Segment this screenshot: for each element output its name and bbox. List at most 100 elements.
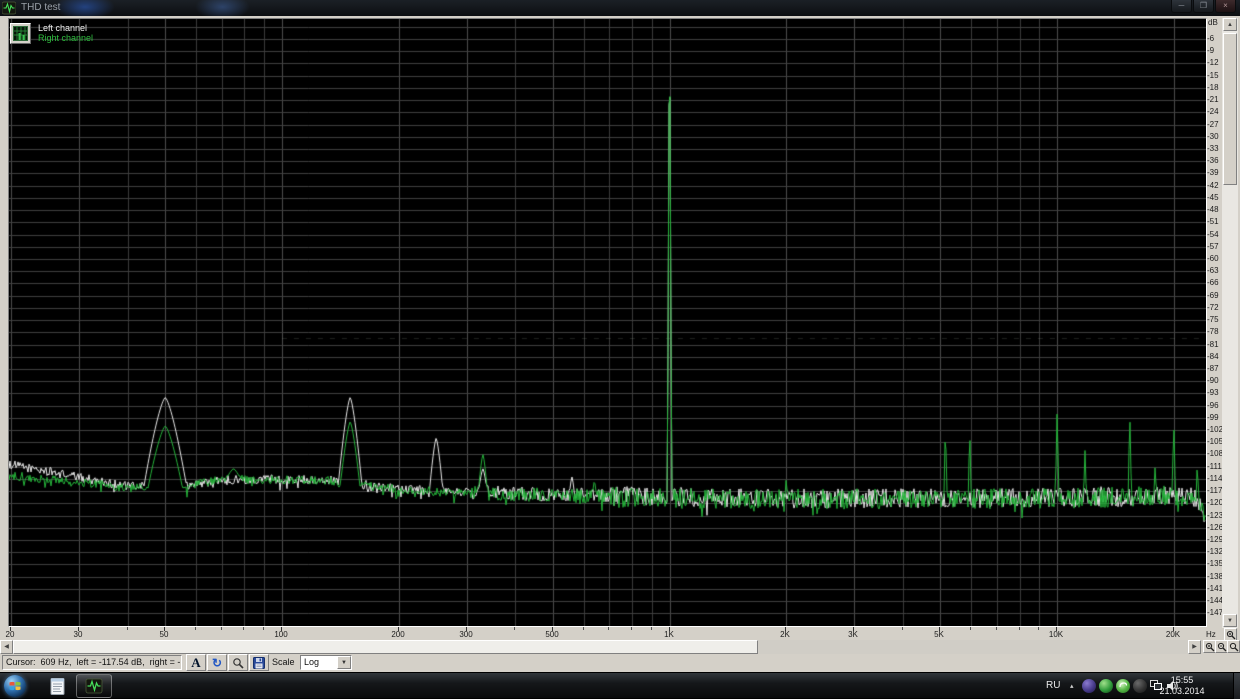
title-bar[interactable]: THD test ─ ❐ × [0, 0, 1240, 16]
y-axis-label: -114 [1207, 473, 1223, 483]
y-axis-label: -48 [1207, 205, 1219, 215]
status-bar: Cursor: 609 Hz, left = -117.54 dB, right… [0, 654, 1240, 672]
tray-icon-green-app[interactable] [1099, 679, 1113, 693]
horizontal-scroll-thumb[interactable] [13, 640, 758, 654]
y-axis-label: -18 [1207, 82, 1219, 92]
app-body: Left channel Right channel dB -6 -9 -12 -15… [0, 16, 1240, 672]
plot-legend: Left channel Right channel [10, 23, 93, 44]
horizontal-scrollbar[interactable]: ◀ ▶ [0, 640, 1202, 654]
window-title: THD test [21, 2, 61, 13]
y-axis-label: -45 [1207, 192, 1219, 202]
close-button[interactable]: × [1215, 0, 1236, 13]
save-icon [253, 656, 265, 669]
y-axis-label: -102 [1207, 425, 1224, 435]
x-axis-tick [631, 627, 632, 630]
language-indicator[interactable]: RU [1046, 680, 1060, 691]
tray-icon-dark-app[interactable] [1133, 679, 1147, 693]
y-axis-label: -81 [1207, 339, 1219, 349]
save-button[interactable] [249, 654, 269, 671]
scroll-left-button[interactable]: ◀ [0, 640, 13, 654]
magnifier-icon [1226, 630, 1235, 639]
titlebar-glow [55, 0, 115, 16]
y-axis-label: -90 [1207, 376, 1219, 386]
scale-value: Log [304, 657, 320, 667]
x-axis-label: 10K [1048, 630, 1064, 639]
y-axis-label: -132 [1207, 547, 1224, 557]
y-axis-label: -126 [1207, 522, 1224, 532]
y-axis-label: -33 [1207, 144, 1219, 153]
hidden-icons-chevron[interactable]: ▴ [1070, 682, 1074, 690]
legend-settings-button[interactable] [10, 23, 31, 44]
font-button[interactable]: A [186, 654, 206, 671]
y-axis-label: -84 [1207, 351, 1219, 361]
legend-left-channel: Left channel [38, 23, 88, 33]
taskbar-clock[interactable]: 15:55 21.03.2014 [1150, 675, 1214, 697]
y-axis-label: -147 [1207, 608, 1224, 618]
y-axis-label: -12 [1207, 58, 1219, 68]
y-axis-label: -141 [1207, 583, 1224, 593]
x-axis-label: 50 [159, 630, 169, 639]
x-axis-tick [243, 627, 244, 630]
zoom-out-icon [1217, 642, 1226, 651]
y-axis-label: -87 [1207, 363, 1219, 373]
y-axis-label: -54 [1207, 229, 1219, 239]
y-axis: dB -6 -9 -12 -15 -18 -21 -24 -27 -30 -33 -36 -39 -42… [1207, 18, 1224, 640]
refresh-icon: ↻ [211, 655, 223, 670]
zoom-in-icon [1205, 642, 1214, 651]
maximize-button[interactable]: ❐ [1193, 0, 1214, 13]
y-axis-label: -78 [1207, 327, 1219, 337]
font-icon: A [191, 654, 201, 670]
y-axis-label: -144 [1207, 596, 1224, 606]
x-axis: Hz 20 30 50 100 200 300 500 1K 2K 3K 5K 10K 20K [0, 627, 1222, 640]
scale-dropdown[interactable]: Log ▼ [300, 655, 352, 670]
titlebar-glow [195, 0, 250, 16]
scroll-right-button[interactable]: ▶ [1188, 640, 1201, 654]
app-window: THD test ─ ❐ × Left channel Right channe… [0, 0, 1240, 699]
zoom-reset-button[interactable] [1227, 640, 1240, 653]
chevron-down-icon[interactable]: ▼ [337, 656, 351, 669]
y-axis-label: -51 [1207, 217, 1219, 227]
y-axis-label: -105 [1207, 437, 1224, 447]
x-axis-tick [1038, 627, 1039, 630]
y-axis-label: -108 [1207, 449, 1224, 459]
scroll-up-button[interactable]: ▲ [1223, 18, 1237, 31]
vertical-scroll-thumb[interactable] [1223, 33, 1237, 185]
x-axis-label: 1K [664, 630, 674, 639]
y-axis-label: -69 [1207, 290, 1219, 300]
vertical-scrollbar[interactable]: ▲ ▼ [1222, 18, 1238, 628]
y-axis-label: -93 [1207, 388, 1219, 398]
x-axis-label: 30 [73, 630, 83, 639]
refresh-button[interactable]: ↻ [207, 654, 227, 671]
x-axis-tick [970, 627, 971, 630]
y-axis-label: -138 [1207, 571, 1224, 581]
scale-label: Scale [272, 657, 295, 667]
minimize-button[interactable]: ─ [1171, 0, 1192, 13]
y-axis-label: -96 [1207, 400, 1219, 410]
clock-time: 15:55 [1170, 675, 1194, 685]
y-axis-label: -117 [1207, 486, 1223, 496]
y-axis-label: -129 [1207, 535, 1224, 545]
zoom-tool-button[interactable] [228, 654, 248, 671]
show-desktop-button[interactable] [1233, 673, 1240, 699]
system-tray: RU ▴ 15:55 21.03.2014 [0, 673, 1240, 699]
y-axis-label: -66 [1207, 278, 1219, 288]
cursor-readout: Cursor: 609 Hz, left = -117.54 dB, right… [2, 655, 182, 670]
scroll-down-button[interactable]: ▼ [1223, 614, 1237, 627]
legend-right-channel: Right channel [38, 33, 94, 43]
x-axis-tick [902, 627, 903, 630]
x-axis-tick [583, 627, 584, 630]
x-axis-label: 5K [934, 630, 944, 639]
spectrum-plot-area[interactable]: Left channel Right channel [8, 18, 1207, 627]
x-axis-tick [514, 627, 515, 630]
x-axis-tick [1019, 627, 1020, 630]
x-axis-label: 20K [1165, 630, 1181, 639]
spectrum-canvas[interactable] [9, 19, 1206, 626]
tray-icon-purple-app[interactable] [1082, 679, 1096, 693]
x-axis-tick [608, 627, 609, 630]
y-axis-label: -30 [1207, 131, 1219, 141]
magnifier-icon [233, 657, 244, 669]
tray-icon-swirl-app[interactable] [1116, 679, 1130, 693]
x-axis-tick [195, 627, 196, 630]
spectrum-grid-icon [13, 26, 28, 41]
y-axis-label: -36 [1207, 156, 1219, 166]
